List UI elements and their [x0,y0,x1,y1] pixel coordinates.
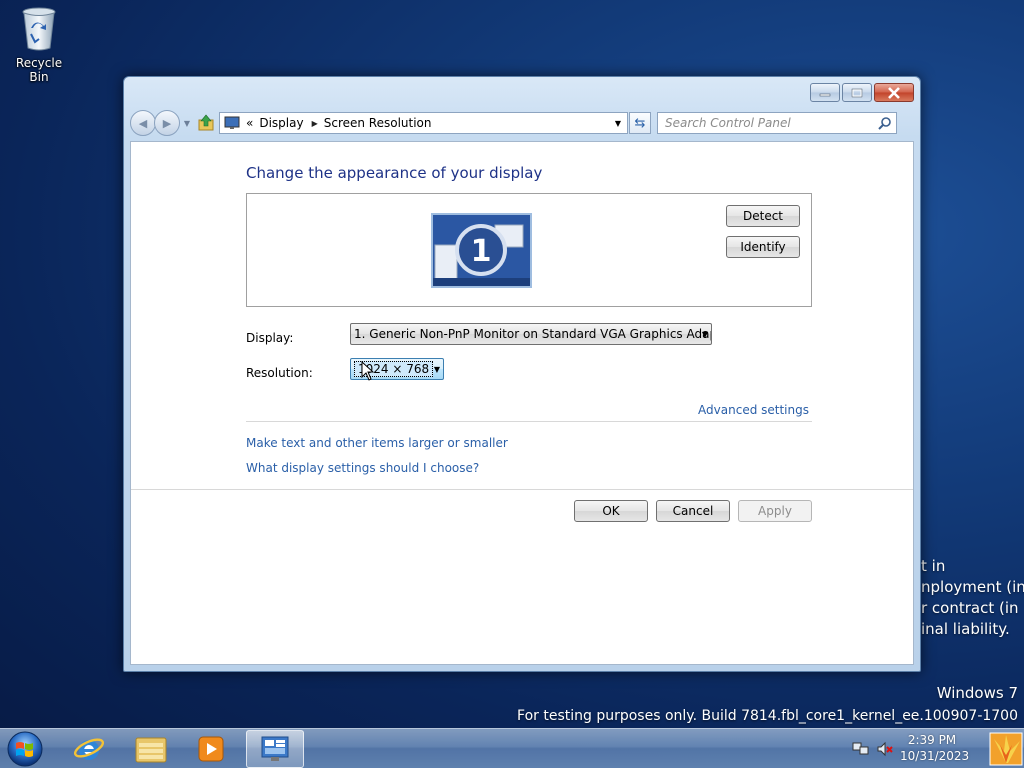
display-label: Display: [246,331,294,345]
internet-explorer-icon [73,738,105,760]
system-clock[interactable]: 2:39 PM 10/31/2023 [900,732,970,764]
recent-pages-dropdown[interactable]: ▼ [181,119,193,128]
watermark-os-name: Windows 7 [936,684,1018,702]
monitor-icon: 1 [433,215,530,286]
ok-button[interactable]: OK [574,500,648,522]
clock-time: 2:39 PM [907,733,957,747]
background-text-line: r contract (in [921,599,1019,617]
taskbar-internet-explorer[interactable] [60,730,118,768]
resolution-label: Resolution: [246,366,313,380]
monitor-number: 1 [471,234,492,269]
breadcrumb-prefix: « [246,116,254,130]
taskbar-control-panel[interactable] [246,730,304,768]
media-player-icon [198,736,224,762]
monitor-1-thumbnail[interactable]: 1 [431,213,532,288]
recycle-bin-label: Recycle Bin [15,56,63,84]
control-panel-icon [261,736,289,761]
chevron-down-icon: ▼ [701,329,708,339]
clock-date: 10/31/2023 [900,749,970,763]
windows-logo-icon [7,731,43,767]
apply-button[interactable]: Apply [738,500,812,522]
text-size-link[interactable]: Make text and other items larger or smal… [246,436,508,450]
watermark-build: For testing purposes only. Build 7814.fb… [517,708,1018,724]
display-select-value: 1. Generic Non-PnP Monitor on Standard V… [354,327,712,341]
address-dropdown-button[interactable]: ▼ [609,113,627,133]
back-button[interactable]: ◀ [130,110,156,136]
background-text-line: nployment (in [921,578,1024,596]
search-input[interactable]: Search Control Panel [657,112,897,134]
chevron-down-icon: ▼ [183,118,191,128]
recycle-bin-icon [21,6,57,52]
show-desktop-button[interactable] [974,729,1024,768]
display-icon [224,116,240,129]
user-picture-icon [989,732,1023,766]
chevron-down-icon: ▼ [614,118,622,128]
maximize-button[interactable] [842,83,872,102]
up-folder-icon [198,114,214,131]
minimize-icon [819,93,831,96]
close-button[interactable] [874,83,914,102]
volume-muted-icon[interactable] [876,741,894,757]
network-icon[interactable] [852,741,870,757]
back-arrow-icon: ◀ [138,116,148,130]
taskbar: 2:39 PM 10/31/2023 [0,728,1024,768]
breadcrumb-separator-icon[interactable]: ▶ [312,119,318,128]
navigation-bar: ◀ ▶ ▼ « Display ▶ Screen Resolution ▼ ⇆ … [130,110,914,136]
maximize-icon [851,88,863,97]
display-select[interactable]: 1. Generic Non-PnP Monitor on Standard V… [350,323,712,345]
address-bar[interactable]: « Display ▶ Screen Resolution ▼ [219,112,628,134]
detect-button[interactable]: Detect [726,205,800,227]
content-pane: Change the appearance of your display 1 … [130,141,914,665]
caption-buttons [810,83,914,102]
background-text-line: inal liability. [921,620,1010,638]
divider [131,489,913,490]
recycle-bin[interactable]: Recycle Bin [6,6,72,84]
identify-button[interactable]: Identify [726,236,800,258]
taskbar-windows-explorer[interactable] [122,730,180,768]
taskbar-media-player[interactable] [182,730,240,768]
display-preview-area: 1 Detect Identify [246,193,812,307]
folder-icon [135,737,167,763]
display-settings-help-link[interactable]: What display settings should I choose? [246,461,479,475]
cancel-button[interactable]: Cancel [656,500,730,522]
breadcrumb-screen-resolution[interactable]: Screen Resolution [324,116,432,130]
refresh-button[interactable]: ⇆ [629,112,651,134]
search-placeholder: Search Control Panel [665,116,791,130]
start-button[interactable] [6,730,44,768]
advanced-settings-link[interactable]: Advanced settings [698,403,809,417]
chevron-down-icon: ▼ [433,364,440,374]
mouse-cursor-icon [361,361,375,381]
background-text-line: t in [921,557,946,575]
search-icon [878,117,891,130]
refresh-icon: ⇆ [634,115,646,131]
screen-resolution-window: ◀ ▶ ▼ « Display ▶ Screen Resolution ▼ ⇆ … [123,76,921,672]
minimize-button[interactable] [810,83,840,102]
page-title: Change the appearance of your display [246,164,543,182]
up-level-button[interactable] [196,113,216,133]
forward-arrow-icon: ▶ [162,116,172,130]
forward-button[interactable]: ▶ [154,110,180,136]
breadcrumb-display[interactable]: Display [259,116,303,130]
divider [246,421,812,422]
close-icon [888,86,900,99]
